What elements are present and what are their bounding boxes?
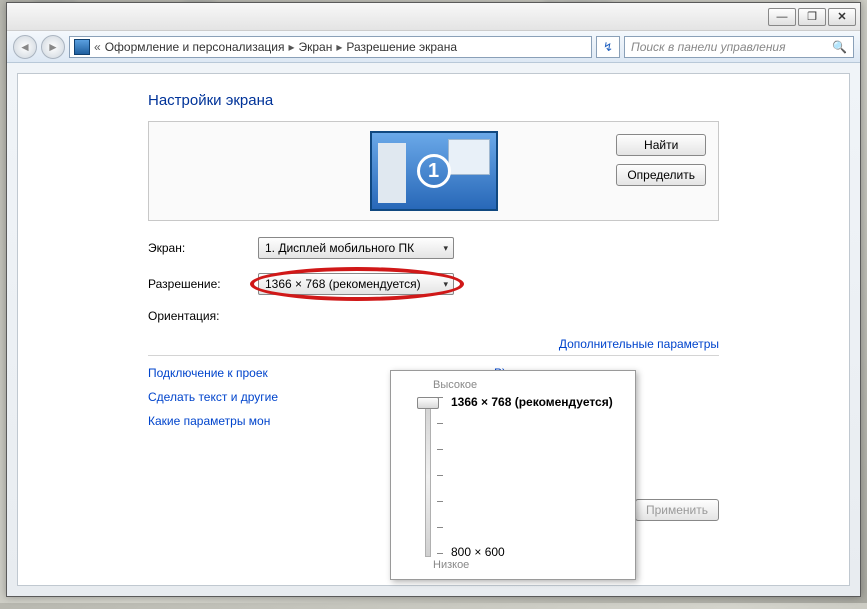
display-row: Экран: 1. Дисплей мобильного ПК: [148, 237, 719, 259]
apply-button[interactable]: Применить: [635, 499, 719, 521]
slider-bottom-value: 800 × 600: [451, 545, 505, 559]
resolution-row: Разрешение: 1366 × 768 (рекомендуется): [148, 273, 719, 295]
forward-button[interactable]: ►: [41, 35, 65, 59]
orientation-row: Ориентация:: [148, 309, 719, 323]
chevron-right-icon: ▸: [336, 40, 342, 54]
display-preview: 1 Найти Определить: [148, 121, 719, 221]
slider-thumb[interactable]: [417, 397, 439, 409]
resolution-label: Разрешение:: [148, 277, 258, 291]
display-label: Экран:: [148, 241, 258, 255]
minimize-button[interactable]: —: [768, 8, 796, 26]
detect-button[interactable]: Определить: [616, 164, 706, 186]
advanced-settings-link[interactable]: Дополнительные параметры: [148, 337, 719, 351]
search-input[interactable]: Поиск в панели управления 🔍: [624, 36, 854, 58]
close-button[interactable]: ✕: [828, 8, 856, 26]
monitor-thumbnail[interactable]: 1: [370, 131, 498, 211]
maximize-button[interactable]: ❐: [798, 8, 826, 26]
navigation-toolbar: ◄ ► « Оформление и персонализация ▸ Экра…: [7, 31, 860, 63]
page-title: Настройки экрана: [148, 92, 719, 109]
slider-top-value: 1366 × 768 (рекомендуется): [451, 395, 613, 409]
chevrons-icon: «: [94, 40, 101, 54]
breadcrumb-item[interactable]: Оформление и персонализация: [105, 40, 285, 54]
chevron-right-icon: ▸: [288, 40, 294, 54]
slider-low-label: Низкое: [403, 559, 623, 571]
breadcrumb-item[interactable]: Разрешение экрана: [346, 40, 457, 54]
search-placeholder: Поиск в панели управления: [631, 40, 786, 54]
resolution-dropdown[interactable]: 1366 × 768 (рекомендуется): [258, 273, 454, 295]
slider-track[interactable]: [425, 397, 431, 557]
find-button[interactable]: Найти: [616, 134, 706, 156]
breadcrumb-item[interactable]: Экран: [298, 40, 332, 54]
orientation-label: Ориентация:: [148, 309, 258, 323]
search-icon: 🔍: [832, 40, 847, 54]
address-bar[interactable]: « Оформление и персонализация ▸ Экран ▸ …: [69, 36, 592, 58]
monitor-number: 1: [417, 154, 451, 188]
separator: [148, 355, 719, 356]
resolution-slider-popup: Высокое 1366 × 768 (рекомендуется) 800 ×…: [390, 370, 636, 580]
control-panel-icon: [74, 39, 90, 55]
slider-body: 1366 × 768 (рекомендуется) 800 × 600: [403, 397, 623, 557]
slider-high-label: Высокое: [403, 379, 623, 391]
display-dropdown[interactable]: 1. Дисплей мобильного ПК: [258, 237, 454, 259]
refresh-button[interactable]: ↯: [596, 36, 620, 58]
window-titlebar: — ❐ ✕: [7, 3, 860, 31]
back-button[interactable]: ◄: [13, 35, 37, 59]
